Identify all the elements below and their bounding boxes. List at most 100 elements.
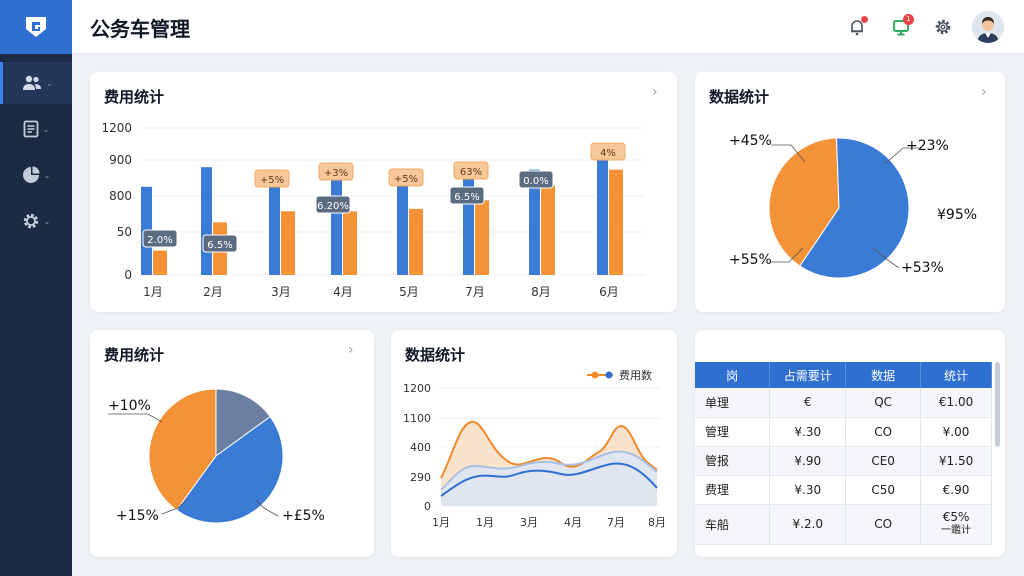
- column-header[interactable]: 占需要计: [769, 362, 847, 388]
- legend-marker: [591, 371, 599, 379]
- notification-button[interactable]: [844, 14, 870, 40]
- x-tick-label: 5月: [399, 285, 419, 299]
- bar-chart: 1200 900 800 50 0 1月 2月 3月 4月 5月 7月 8月 6月 2.0% 6.5% +5%…: [101, 121, 645, 299]
- table-cell: ¥.30: [769, 475, 847, 505]
- table-cell: CE0: [845, 446, 922, 476]
- x-tick-label: 4月: [564, 516, 582, 529]
- table-row[interactable]: 管报 ¥.90 CE0 ¥1.50: [695, 446, 992, 476]
- sidebar-item-settings[interactable]: ⌄: [0, 200, 72, 242]
- table-row[interactable]: 管理 ¥.30 CO ¥.00: [695, 417, 992, 447]
- legend-marker: [605, 371, 613, 379]
- data-label: 0.0%: [523, 176, 548, 187]
- y-tick-label: 0: [124, 268, 132, 282]
- slice-label: +10%: [108, 398, 151, 414]
- data-line-card: 数据统计 1200 1100 400 290 0 1月 1月 3月 4月 7月 8月 费用数: [391, 330, 677, 557]
- bar: [153, 250, 167, 275]
- cell-value: €5%: [942, 510, 970, 524]
- y-tick-label: 50: [117, 225, 132, 239]
- bar: [475, 200, 489, 275]
- legend-label: 费用数: [619, 369, 652, 382]
- x-tick-label: 3月: [271, 285, 291, 299]
- slice-label: ¥95%: [937, 207, 977, 223]
- sidebar-item-documents[interactable]: ⌄: [0, 108, 72, 150]
- gear-icon: [23, 213, 38, 229]
- x-tick-label: 8月: [648, 516, 666, 529]
- document-icon: [23, 120, 39, 138]
- slice-label: +23%: [906, 138, 949, 154]
- data-label: 4%: [600, 148, 616, 159]
- slice-label: +15%: [116, 508, 159, 524]
- logo-icon: [26, 17, 46, 37]
- table-cell: 单理: [695, 388, 771, 418]
- table-cell: 车船: [695, 504, 771, 545]
- sidebar-item-statistics[interactable]: ⌄: [0, 154, 72, 196]
- message-badge: 1: [903, 14, 914, 25]
- x-tick-label: 2月: [203, 285, 223, 299]
- table-header-row: 岗 占需要计 数据 统计: [695, 362, 992, 388]
- bar: [201, 167, 212, 275]
- user-avatar-icon: [972, 11, 1004, 43]
- bar: [397, 175, 408, 275]
- app-logo[interactable]: [0, 0, 72, 54]
- x-tick-label: 1月: [432, 516, 450, 529]
- data-label: +5%: [394, 174, 418, 185]
- x-tick-label: 7月: [465, 285, 485, 299]
- data-table: 岗 占需要计 数据 统计 单理 € QC €1.00 管理 ¥.30 CO ¥.00 管报 ¥.9…: [695, 362, 992, 545]
- bar: [281, 211, 295, 275]
- sidebar: ⌄ ⌄ ⌄ ⌄: [0, 0, 72, 576]
- y-tick-label: 1200: [101, 121, 132, 135]
- y-tick-label: 1100: [403, 412, 431, 425]
- y-tick-label: 400: [410, 441, 431, 454]
- x-tick-label: 7月: [607, 516, 625, 529]
- y-tick-label: 800: [109, 189, 132, 203]
- slice-label: +£5%: [282, 508, 325, 524]
- y-tick-label: 900: [109, 153, 132, 167]
- table-cell: ¥1.50: [920, 446, 992, 476]
- data-label: 6.20%: [317, 201, 349, 212]
- column-header[interactable]: 数据: [845, 362, 922, 388]
- chevron-down-icon: ⌄: [43, 170, 51, 180]
- data-label: 2.0%: [147, 235, 172, 246]
- slice-label: +53%: [901, 260, 944, 276]
- data-pie-card: 数据统计 › +45% +23% ¥95% +55% +53%: [695, 72, 1005, 312]
- table-cell: C50: [845, 475, 922, 505]
- bar: [331, 169, 342, 275]
- y-tick-label: 0: [424, 500, 431, 513]
- table-cell: 费理: [695, 475, 771, 505]
- slice-label: +55%: [729, 252, 772, 268]
- table-cell: ¥.90: [769, 446, 847, 476]
- bar: [269, 178, 280, 275]
- bar: [409, 208, 423, 275]
- area-chart: 1200110040029001月 1月 3月 4月 7月 8月费用数: [403, 369, 666, 529]
- y-tick-label: 290: [410, 471, 431, 484]
- x-tick-label: 1月: [476, 516, 494, 529]
- chevron-down-icon: ⌄: [46, 78, 53, 88]
- user-avatar[interactable]: [972, 11, 1004, 43]
- table-row[interactable]: 费理 ¥.30 C50 €.90: [695, 475, 992, 505]
- notification-badge: [861, 16, 868, 23]
- column-header[interactable]: 统计: [920, 362, 992, 388]
- message-button[interactable]: 1: [888, 14, 914, 40]
- table-row[interactable]: 单理 € QC €1.00: [695, 388, 992, 418]
- topbar: 公务车管理 1: [72, 0, 1024, 54]
- table-cell: ¥.30: [769, 417, 847, 447]
- pie-chart: +45% +23% ¥95% +55% +53%: [729, 133, 977, 279]
- x-tick-label: 1月: [143, 285, 163, 299]
- sidebar-item-users[interactable]: ⌄: [0, 62, 72, 104]
- settings-button[interactable]: [930, 14, 956, 40]
- table-cell: €5% 一鑑计: [920, 504, 992, 545]
- table-scrollbar[interactable]: [995, 362, 1000, 447]
- chevron-down-icon: ⌄: [42, 124, 50, 134]
- y-tick-label: 1200: [403, 382, 431, 395]
- bar: [597, 152, 608, 275]
- table-cell: ¥.00: [920, 417, 992, 447]
- table-cell: €1.00: [920, 388, 992, 418]
- data-label: 6.5%: [207, 240, 232, 251]
- table-cell: 管报: [695, 446, 771, 476]
- column-header[interactable]: 岗: [695, 362, 771, 388]
- x-tick-label: 6月: [599, 285, 619, 299]
- table-row[interactable]: 车船 ¥.2.0 CO €5% 一鑑计: [695, 504, 992, 545]
- expense-bar-card: 费用统计 › 1200 900 800 50 0 1月 2月 3月 4月 5月 7月 8月 6月 2.0%…: [90, 72, 677, 312]
- x-tick-label: 8月: [531, 285, 551, 299]
- bar: [343, 211, 357, 275]
